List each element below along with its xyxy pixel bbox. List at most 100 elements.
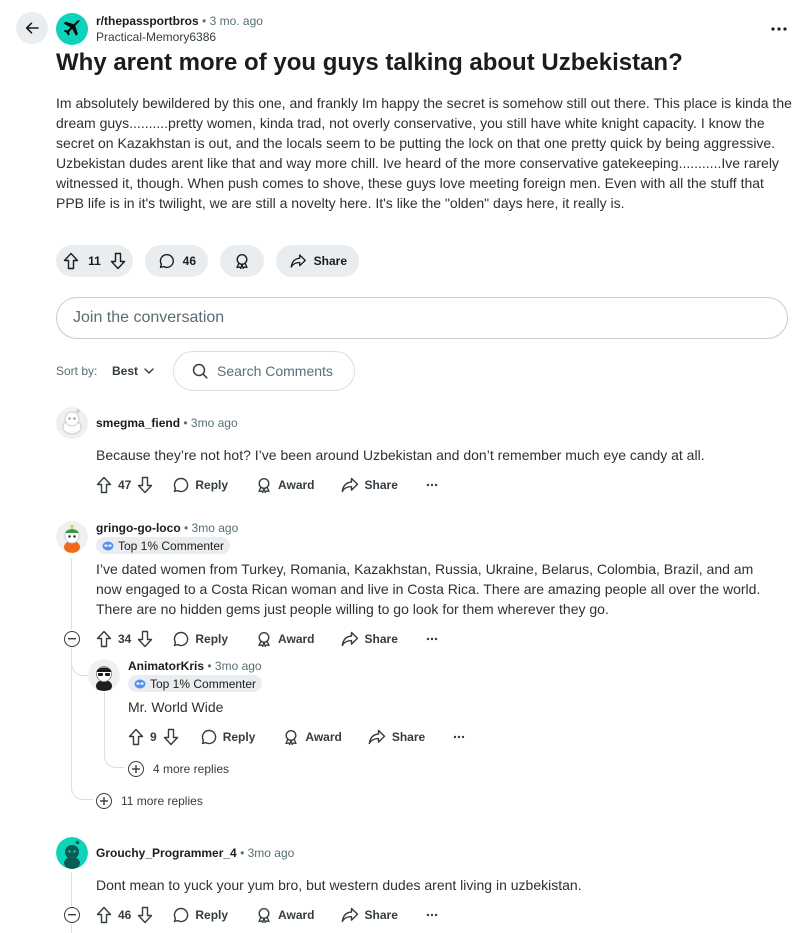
comment-body: I’ve dated women from Turkey, Romania, K… xyxy=(96,561,761,617)
award-label: Award xyxy=(278,908,315,922)
chevron-down-icon xyxy=(144,368,154,374)
sort-dropdown[interactable]: Best xyxy=(112,364,154,378)
join-conversation-placeholder: Join the conversation xyxy=(73,309,225,326)
more-horizontal-icon xyxy=(426,913,438,917)
comment-actions: 46 Reply Award Share xyxy=(96,903,438,927)
more-replies-link[interactable]: 11 more replies xyxy=(121,794,203,808)
comment-vote-count: 9 xyxy=(150,730,157,744)
comment-more-button[interactable] xyxy=(426,483,438,487)
downvote-button[interactable] xyxy=(137,476,153,494)
reply-button[interactable]: Reply xyxy=(173,907,228,923)
reply-button[interactable]: Reply xyxy=(201,729,256,745)
comment-more-button[interactable] xyxy=(426,637,438,641)
avatar[interactable] xyxy=(56,837,88,869)
award-button[interactable]: Award xyxy=(256,631,315,647)
search-comments-input[interactable]: Search Comments xyxy=(173,351,355,391)
comment-vote-count: 46 xyxy=(118,908,132,922)
thread-line xyxy=(71,872,72,906)
arrow-down-icon xyxy=(163,728,178,746)
avatar[interactable] xyxy=(56,407,88,439)
collapse-thread-button[interactable] xyxy=(64,907,80,923)
avatar[interactable] xyxy=(56,521,88,553)
flair-label: Top 1% Commenter xyxy=(150,676,257,691)
comment-votes: 47 xyxy=(96,476,153,494)
comment-body: Because they’re not hot? I’ve been aroun… xyxy=(96,447,705,463)
upvote-button[interactable] xyxy=(96,630,112,648)
user-flair: Top 1% Commenter xyxy=(96,537,231,554)
more-horizontal-icon xyxy=(454,735,465,739)
flair-label: Top 1% Commenter xyxy=(118,538,225,553)
comment-more-button[interactable] xyxy=(426,913,438,917)
comment-username[interactable]: gringo-go-loco xyxy=(96,521,181,535)
post-time: 3 mo. ago xyxy=(209,14,263,28)
share-button[interactable]: Share xyxy=(341,477,398,493)
upvote-button[interactable] xyxy=(63,252,79,270)
award-button[interactable]: Award xyxy=(283,729,342,745)
share-label: Share xyxy=(313,254,347,268)
sort-value: Best xyxy=(112,364,139,378)
award-button[interactable]: Award xyxy=(256,907,315,923)
share-label: Share xyxy=(364,632,398,646)
comment-body: Mr. World Wide xyxy=(128,699,224,715)
subreddit-name[interactable]: r/thepassportbros xyxy=(96,14,199,28)
share-button[interactable]: Share xyxy=(276,245,359,277)
meta-separator: • xyxy=(207,659,215,673)
award-button[interactable] xyxy=(220,245,264,277)
reply-button[interactable]: Reply xyxy=(173,477,228,493)
comment-more-button[interactable] xyxy=(453,735,465,739)
comment-header: smegma_fiend • 3mo ago xyxy=(96,416,238,430)
comment-votes: 46 xyxy=(96,906,153,924)
commenter-badge-icon xyxy=(102,541,114,550)
upvote-button[interactable] xyxy=(96,476,112,494)
comments-button[interactable]: 46 xyxy=(145,245,208,277)
share-label: Share xyxy=(391,730,426,744)
share-button[interactable]: Share xyxy=(341,907,398,923)
share-button[interactable]: Share xyxy=(341,631,398,647)
meta-separator: • xyxy=(184,521,192,535)
arrow-down-icon xyxy=(138,630,153,648)
post-author[interactable]: Practical-Memory6386 xyxy=(96,30,216,44)
award-icon xyxy=(258,907,270,923)
thread-line xyxy=(71,924,72,933)
reply-button[interactable]: Reply xyxy=(173,631,228,647)
comment-username[interactable]: AnimatorKris xyxy=(128,659,204,673)
thread-connector xyxy=(104,746,124,768)
collapse-thread-button[interactable] xyxy=(64,631,80,647)
comment-body: Dont mean to yuck your yum bro, but west… xyxy=(96,877,582,893)
post-meta: r/thepassportbros • 3 mo. ago xyxy=(96,14,263,29)
snoo-avatar-icon xyxy=(56,837,88,869)
more-replies-link[interactable]: 4 more replies xyxy=(153,762,229,776)
comment-header: gringo-go-loco • 3mo ago xyxy=(96,521,238,535)
share-button[interactable]: Share xyxy=(368,729,425,745)
arrow-up-icon xyxy=(128,728,144,746)
comment-vote-count: 47 xyxy=(118,478,132,492)
post-more-options-button[interactable] xyxy=(767,19,791,39)
upvote-button[interactable] xyxy=(96,906,112,924)
comment-actions: 47 Reply Award Share xyxy=(96,473,438,497)
reply-label: Reply xyxy=(222,730,256,744)
avatar[interactable] xyxy=(88,659,120,691)
downvote-button[interactable] xyxy=(137,906,153,924)
thread-connector xyxy=(71,778,93,800)
expand-replies-button[interactable] xyxy=(128,761,144,777)
arrow-up-icon xyxy=(63,252,79,270)
downvote-button[interactable] xyxy=(110,252,126,270)
subreddit-avatar[interactable] xyxy=(56,13,88,45)
downvote-button[interactable] xyxy=(163,728,179,746)
sort-label: Sort by: xyxy=(56,364,98,378)
arrow-down-icon xyxy=(138,906,153,924)
back-button[interactable] xyxy=(16,12,48,44)
upvote-button[interactable] xyxy=(128,728,144,746)
meta-separator: • xyxy=(202,14,210,28)
comment-actions: 9 Reply Award Share xyxy=(128,725,465,749)
downvote-button[interactable] xyxy=(137,630,153,648)
comment-username[interactable]: smegma_fiend xyxy=(96,416,180,430)
award-button[interactable]: Award xyxy=(256,477,315,493)
share-icon xyxy=(368,729,386,745)
comment-votes: 9 xyxy=(128,728,179,746)
comment-username[interactable]: Grouchy_Programmer_4 xyxy=(96,846,237,860)
comment-icon xyxy=(174,477,189,493)
award-icon xyxy=(258,631,270,647)
join-conversation-input[interactable]: Join the conversation xyxy=(56,297,788,339)
expand-replies-button[interactable] xyxy=(96,793,112,809)
